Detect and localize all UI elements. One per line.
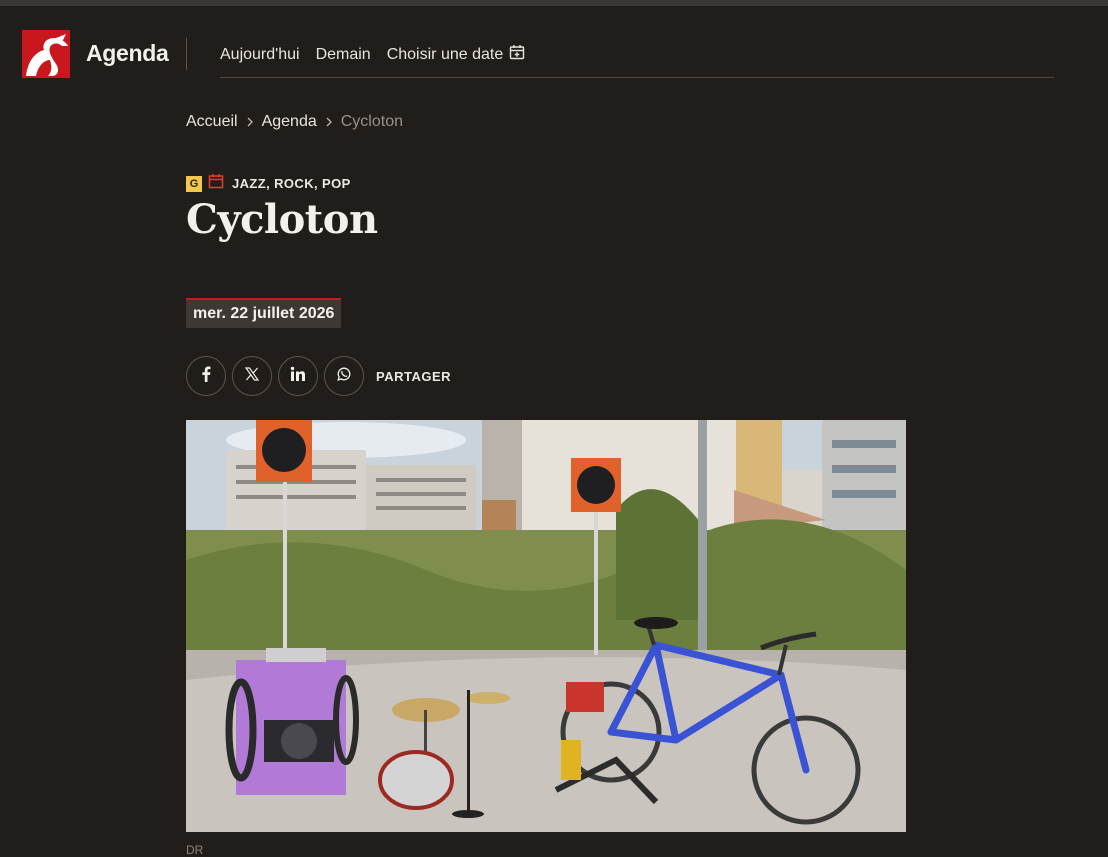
- page-title: Cycloton: [186, 196, 378, 243]
- breadcrumb-current: Cycloton: [340, 113, 403, 130]
- breadcrumb: Accueil Agenda Cycloton: [186, 113, 403, 131]
- calendar-icon: [208, 173, 224, 194]
- breadcrumb-home[interactable]: Accueil: [186, 113, 238, 131]
- nav-underline: [220, 77, 1054, 78]
- genre-badge: G: [186, 175, 202, 192]
- chevron-right-icon: [325, 115, 333, 130]
- nav-today[interactable]: Aujourd'hui: [220, 44, 300, 65]
- facebook-icon: [199, 366, 213, 387]
- event-photo: [186, 420, 906, 832]
- nav-choose-date[interactable]: Choisir une date: [387, 44, 526, 65]
- window-top-bar: [0, 0, 1108, 6]
- calendar-plus-icon: [509, 44, 525, 65]
- event-category: G JAZZ, ROCK, POP: [186, 173, 351, 194]
- x-icon: [244, 366, 260, 386]
- event-date: mer. 22 juillet 2026: [186, 298, 342, 328]
- share-facebook-button[interactable]: [186, 356, 226, 396]
- breadcrumb-agenda[interactable]: Agenda: [262, 113, 317, 131]
- category-label[interactable]: JAZZ, ROCK, POP: [232, 176, 351, 191]
- header-divider: [186, 38, 187, 70]
- nav-choose-date-label: Choisir une date: [386, 45, 504, 63]
- share-label: PARTAGER: [376, 368, 452, 384]
- share-x-button[interactable]: [232, 356, 272, 396]
- share-linkedin-button[interactable]: [278, 356, 318, 396]
- nav-tomorrow[interactable]: Demain: [316, 44, 371, 65]
- swan-logo-icon[interactable]: [22, 30, 70, 78]
- linkedin-icon: [290, 366, 306, 387]
- brand-title[interactable]: Agenda: [86, 40, 169, 67]
- share-whatsapp-button[interactable]: [324, 356, 364, 396]
- share-bar: PARTAGER: [186, 356, 451, 396]
- photo-credit: DR: [186, 843, 204, 857]
- whatsapp-icon: [336, 366, 352, 387]
- chevron-right-icon: [246, 115, 254, 130]
- main-nav: Aujourd'hui Demain Choisir une date: [220, 44, 525, 65]
